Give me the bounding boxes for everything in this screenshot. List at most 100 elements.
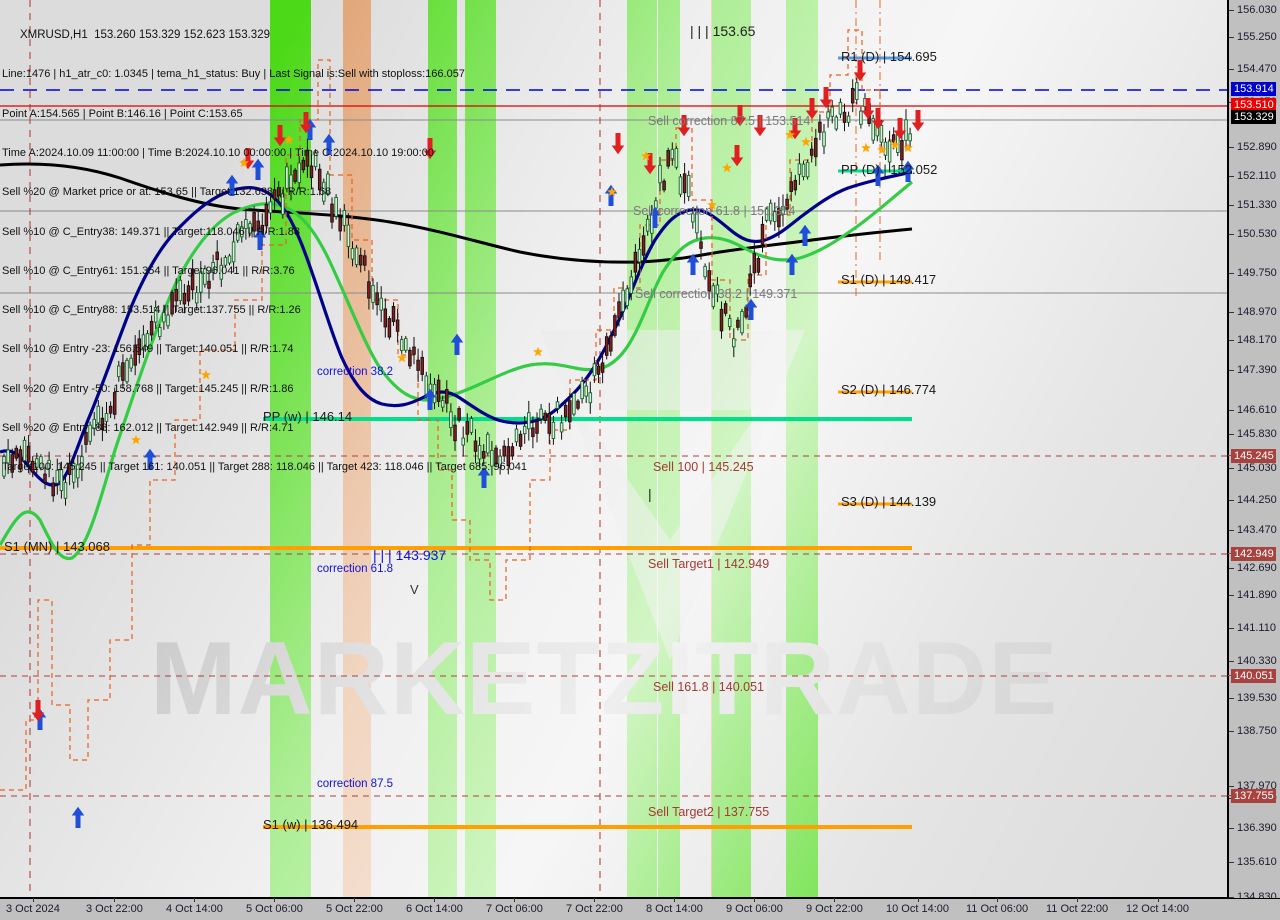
time-tick: 5 Oct 22:00 xyxy=(326,898,383,915)
candlestick xyxy=(900,140,904,161)
time-tick: 8 Oct 14:00 xyxy=(646,898,703,915)
price-tick: 139.530 xyxy=(1229,692,1277,704)
price-tick: 150.530 xyxy=(1229,228,1277,240)
candlestick xyxy=(576,400,580,409)
price-tick: 147.390 xyxy=(1229,364,1277,376)
header-line-2: Time A:2024.10.09 11:00:00 | Time B:2024… xyxy=(2,147,434,160)
candlestick xyxy=(662,180,666,191)
candlestick xyxy=(908,133,912,142)
marker-label: V xyxy=(410,582,419,597)
candlestick xyxy=(633,251,638,273)
candlestick xyxy=(855,82,859,100)
candlestick xyxy=(789,181,793,192)
sell-arrow-down-icon xyxy=(730,145,744,167)
sell-arrow-down-icon xyxy=(911,110,925,132)
candlestick xyxy=(846,115,851,123)
candlestick xyxy=(551,421,556,439)
time-tick: 4 Oct 14:00 xyxy=(166,898,223,915)
fib-label: Sell Target2 | 137.755 xyxy=(648,805,770,819)
candlestick xyxy=(748,273,752,288)
candlestick xyxy=(801,163,806,178)
candlestick xyxy=(760,223,765,245)
candlestick xyxy=(678,176,683,195)
time-tick: 7 Oct 22:00 xyxy=(566,898,623,915)
price-tick: 142.690 xyxy=(1229,562,1277,574)
candlestick xyxy=(559,422,564,433)
candlestick xyxy=(838,101,843,115)
chart-plot-area[interactable]: MARKETZITRADE XMRUSD,H1 153.260 153.329 … xyxy=(0,0,1228,898)
price-tick: 154.470 xyxy=(1229,63,1277,75)
header-line-9: Sell %20 @ Entry -88: 162.012 || Target:… xyxy=(2,422,294,434)
candlestick xyxy=(887,140,892,163)
buy-arrow-up-icon xyxy=(785,253,799,275)
time-tick: 5 Oct 06:00 xyxy=(246,898,303,915)
price-axis[interactable]: 156.030155.250154.470153.670152.890152.1… xyxy=(1227,0,1280,903)
level-label-s2-d: S2 (D) | 146.774 xyxy=(841,382,937,397)
signal-star-icon xyxy=(861,142,871,153)
candlestick xyxy=(527,412,531,430)
candlestick xyxy=(859,110,863,125)
marker-label: | xyxy=(648,486,652,502)
price-tick: 152.110 xyxy=(1229,170,1276,182)
price-tag: 142.949 xyxy=(1227,547,1276,561)
candlestick xyxy=(727,318,732,327)
price-tick: 145.830 xyxy=(1229,428,1277,440)
price-tick: 141.890 xyxy=(1229,589,1277,601)
price-tag: 140.051 xyxy=(1227,669,1276,683)
sell-arrow-down-icon xyxy=(611,133,625,155)
candlestick xyxy=(568,400,572,423)
level-label-s1-mn: S1 (MN) | 143.068 xyxy=(4,539,110,554)
candlestick xyxy=(740,311,744,334)
price-tag: 145.245 xyxy=(1227,449,1276,463)
price-tick: 145.030 xyxy=(1229,462,1277,474)
candlestick xyxy=(756,258,761,273)
candlestick xyxy=(621,289,625,312)
level-label-s1-d: S1 (D) | 149.417 xyxy=(841,272,937,287)
candlestick xyxy=(674,148,679,168)
candlestick xyxy=(563,404,568,418)
time-tick: 9 Oct 22:00 xyxy=(806,898,863,915)
candlestick xyxy=(539,408,543,420)
price-tick: 140.330 xyxy=(1229,655,1277,667)
candlestick xyxy=(809,148,814,156)
price-tick: 148.170 xyxy=(1229,334,1277,346)
candlestick xyxy=(666,150,670,167)
candlestick xyxy=(600,362,605,373)
header-line-6: Sell %10 @ C_Entry88: 153.514 || Target:… xyxy=(2,304,301,317)
buy-arrow-up-icon xyxy=(71,806,85,828)
candlestick xyxy=(531,427,535,437)
candlestick xyxy=(744,306,748,318)
fib-label: Sell correction 87.5 | 153.514 xyxy=(648,114,811,128)
candlestick xyxy=(535,420,539,434)
price-tick: 148.970 xyxy=(1229,306,1277,318)
header-line-4: Sell %10 @ C_Entry38: 149.371 || Target:… xyxy=(2,225,300,238)
fib-label: Sell correction 61.8 | 151.354 xyxy=(633,204,796,218)
price-tick: 143.470 xyxy=(1229,524,1277,536)
candlestick xyxy=(580,381,584,400)
candlestick xyxy=(850,87,855,104)
level-label-s3-d: S3 (D) | 144.139 xyxy=(841,494,937,509)
candlestick xyxy=(793,179,798,191)
candlestick xyxy=(797,163,802,175)
candlestick xyxy=(617,301,621,319)
candlestick xyxy=(641,235,646,256)
candlestick xyxy=(830,106,834,117)
buy-arrow-up-icon xyxy=(604,184,618,206)
candlestick xyxy=(596,365,601,375)
time-tick: 11 Oct 22:00 xyxy=(1046,898,1108,915)
chart-info-header: XMRUSD,H1 153.260 153.329 152.623 153.32… xyxy=(2,3,527,501)
correction-label: correction 61.8 xyxy=(317,563,394,575)
symbol-ohlc-line: XMRUSD,H1 153.260 153.329 152.623 153.32… xyxy=(20,29,270,42)
candlestick xyxy=(572,393,576,415)
signal-star-icon xyxy=(801,136,811,147)
level-label-pp-d: PP (D) | 152.052 xyxy=(841,162,938,177)
candlestick xyxy=(818,121,822,133)
time-tick: 12 Oct 14:00 xyxy=(1126,898,1189,915)
candlestick xyxy=(637,248,642,263)
candlestick xyxy=(604,336,609,356)
time-axis[interactable]: 3 Oct 2024 3 Oct 22:00 4 Oct 14:00 5 Oct 06… xyxy=(0,898,1280,920)
time-tick: 3 Oct 2024 xyxy=(6,898,60,915)
time-tick: 3 Oct 22:00 xyxy=(86,898,143,915)
price-tick: 155.250 xyxy=(1229,31,1277,43)
level-label-s1-w: S1 (w) | 136.494 xyxy=(263,817,359,832)
